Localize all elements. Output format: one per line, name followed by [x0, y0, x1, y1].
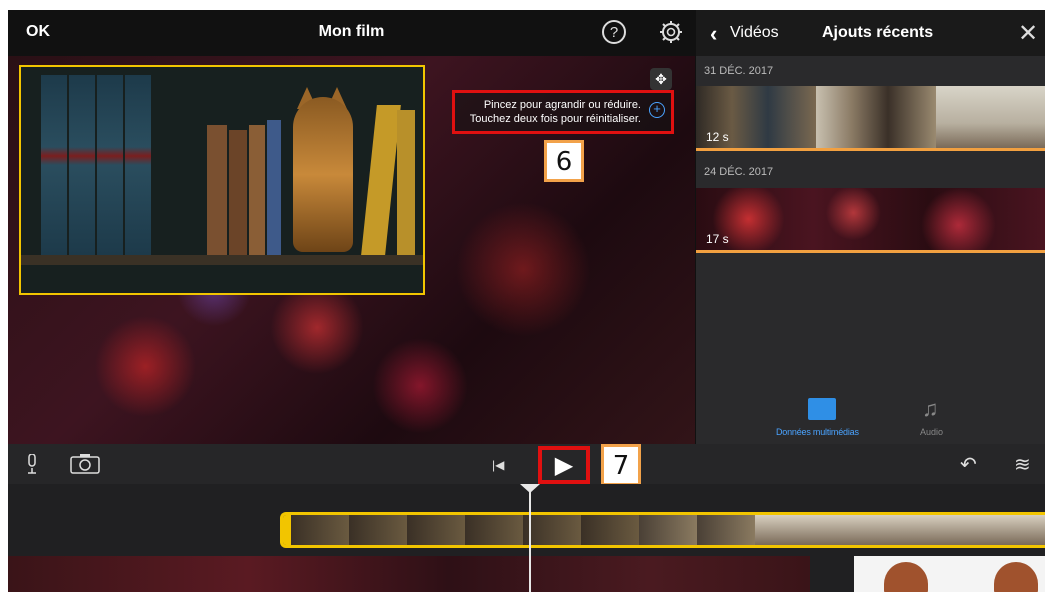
clip-thumbnail — [816, 86, 936, 148]
imovie-editor: OK Mon film ? ✥ Pincez pour agrandir ou … — [8, 10, 1045, 592]
panel-title: Ajouts récents — [822, 24, 934, 41]
strip-frame — [349, 515, 408, 545]
shelf — [21, 255, 423, 265]
tooltip-line-2: Touchez deux fois pour réinitialiser. — [469, 113, 641, 125]
transport-controls: |◀ ▶ 7 ↶ ≋ — [8, 444, 1045, 486]
top-bar: OK Mon film ? — [8, 10, 695, 56]
clip-thumbnail — [936, 86, 1045, 148]
pinch-zoom-tooltip: Pincez pour agrandir ou réduire. Touchez… — [452, 90, 674, 134]
undo-icon[interactable]: ↶ — [960, 452, 977, 477]
step-badge-6: 6 — [544, 140, 584, 182]
clip-used-bar — [696, 148, 1045, 151]
zoom-icon[interactable]: + — [649, 102, 665, 118]
strip-frame — [465, 515, 524, 545]
microphone-icon[interactable] — [26, 454, 38, 474]
back-button[interactable]: Vidéos — [730, 24, 779, 42]
strip-frame — [871, 515, 930, 545]
book-spine — [397, 110, 415, 255]
gear-icon[interactable] — [659, 20, 683, 44]
timeline-main-clip[interactable] — [8, 556, 810, 592]
strip-frame — [755, 515, 814, 545]
playhead[interactable] — [529, 484, 531, 592]
strip-frame — [291, 515, 350, 545]
section-date: 24 DÉC. 2017 — [704, 166, 774, 178]
panel-tab-bar: Données multimédias ♫ Audio — [696, 390, 1045, 444]
strip-frame — [813, 515, 872, 545]
strip-frame — [987, 515, 1045, 545]
clip-duration: 17 s — [706, 232, 729, 246]
playhead-marker[interactable] — [520, 484, 540, 493]
clip-trim-handle[interactable] — [283, 515, 291, 545]
strip-frame — [929, 515, 988, 545]
timeline-next-clip[interactable] — [854, 556, 1045, 592]
strip-frame — [523, 515, 582, 545]
step-badge-7: 7 — [601, 444, 641, 486]
book-spine — [229, 130, 247, 255]
play-button[interactable]: ▶ — [538, 446, 590, 484]
strip-frame — [581, 515, 640, 545]
book-spine — [361, 105, 401, 255]
clip-duration: 12 s — [706, 130, 729, 144]
media-clip[interactable]: 17 s — [696, 188, 1045, 250]
book-spine — [249, 125, 265, 255]
clip-used-bar — [696, 250, 1045, 253]
media-clip[interactable]: 12 s — [696, 86, 1045, 148]
tab-audio-label[interactable]: Audio — [920, 427, 943, 437]
book-spine — [207, 125, 227, 255]
timeline[interactable] — [8, 484, 1045, 592]
strip-frame — [639, 515, 698, 545]
help-icon[interactable]: ? — [602, 20, 626, 44]
media-browser-panel: ‹ Vidéos Ajouts récents ✕ 31 DÉC. 2017 1… — [695, 10, 1045, 444]
book-spine — [41, 75, 67, 255]
move-icon[interactable]: ✥ — [650, 68, 672, 90]
tab-media-label[interactable]: Données multimédias — [776, 427, 859, 437]
cat-figurine — [293, 97, 353, 252]
video-viewer[interactable]: ✥ Pincez pour agrandir ou réduire. Touch… — [8, 56, 695, 444]
strip-frame — [697, 515, 756, 545]
tooltip-line-1: Pincez pour agrandir ou réduire. — [483, 99, 641, 111]
book-spine — [125, 75, 151, 255]
mushroom-character — [994, 562, 1038, 592]
mushroom-character — [884, 562, 928, 592]
book-spine — [69, 75, 95, 255]
music-note-icon[interactable]: ♫ — [922, 396, 939, 422]
camera-icon[interactable] — [70, 454, 100, 474]
section-date: 31 DÉC. 2017 — [704, 65, 774, 77]
panel-header: ‹ Vidéos Ajouts récents ✕ — [696, 10, 1045, 56]
picture-in-picture-clip[interactable] — [19, 65, 425, 295]
media-icon[interactable] — [808, 398, 836, 420]
book-spine — [267, 120, 281, 255]
chevron-left-icon[interactable]: ‹ — [710, 21, 717, 47]
skip-back-icon[interactable]: |◀ — [492, 458, 504, 472]
waveform-icon[interactable]: ≋ — [1014, 452, 1031, 477]
project-title: Mon film — [318, 23, 385, 40]
book-spine — [97, 75, 123, 255]
close-icon[interactable]: ✕ — [1018, 19, 1038, 48]
timeline-clip-strip[interactable] — [280, 512, 1045, 548]
strip-frame — [407, 515, 466, 545]
clip-thumbnail — [696, 188, 1045, 250]
